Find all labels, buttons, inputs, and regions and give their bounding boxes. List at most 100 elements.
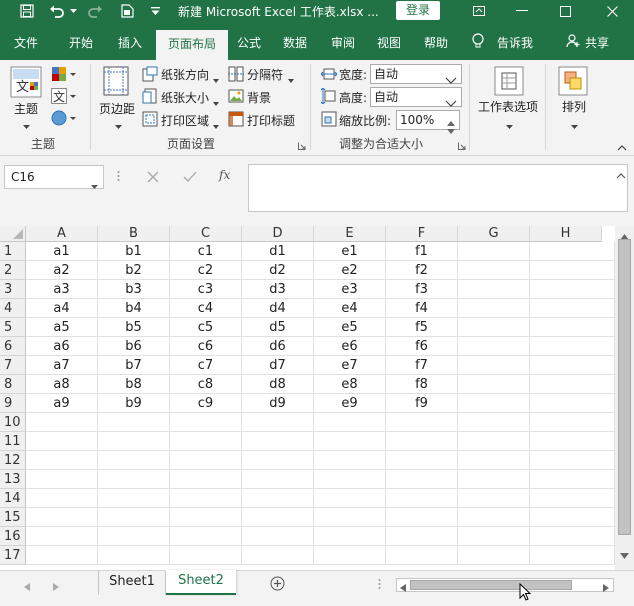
column-header-f[interactable]: F <box>386 226 458 242</box>
theme-fonts-icon[interactable]: 文 <box>51 88 77 107</box>
tab-review[interactable]: 审阅 <box>331 34 355 51</box>
cell-b17[interactable] <box>98 546 170 565</box>
cell-e12[interactable] <box>314 451 386 470</box>
cell-a6[interactable]: a6 <box>26 337 98 356</box>
row-header-17[interactable]: 17 <box>0 546 26 565</box>
cell-a13[interactable] <box>26 470 98 489</box>
tab-insert[interactable]: 插入 <box>118 34 142 51</box>
column-header-b[interactable]: B <box>98 226 170 242</box>
column-header-h[interactable]: H <box>530 226 602 242</box>
cell-a7[interactable]: a7 <box>26 356 98 375</box>
cell-a5[interactable]: a5 <box>26 318 98 337</box>
orientation-button[interactable]: 纸张方向 <box>161 66 209 83</box>
tab-file[interactable]: 文件 <box>14 34 38 51</box>
width-select[interactable]: 自动 <box>370 64 462 84</box>
cell-h8[interactable] <box>530 375 615 394</box>
cell-d3[interactable]: d3 <box>242 280 314 299</box>
tab-home[interactable]: 开始 <box>69 34 93 51</box>
column-header-e[interactable]: E <box>314 226 386 242</box>
cell-d9[interactable]: d9 <box>242 394 314 413</box>
cancel-entry-icon[interactable] <box>147 171 159 186</box>
cell-g17[interactable] <box>458 546 530 565</box>
cell-f13[interactable] <box>386 470 458 489</box>
print-titles-button[interactable]: 打印标题 <box>247 112 295 129</box>
insert-function-icon[interactable]: fx <box>219 168 230 182</box>
cell-d13[interactable] <box>242 470 314 489</box>
cell-h4[interactable] <box>530 299 615 318</box>
sheet-tab-sheet2[interactable]: Sheet2 <box>166 570 236 595</box>
cell-b11[interactable] <box>98 432 170 451</box>
cell-a10[interactable] <box>26 413 98 432</box>
cell-a1[interactable]: a1 <box>26 242 98 261</box>
row-header-12[interactable]: 12 <box>0 451 26 470</box>
cell-a14[interactable] <box>26 489 98 508</box>
cell-g5[interactable] <box>458 318 530 337</box>
cell-h12[interactable] <box>530 451 615 470</box>
horizontal-scrollbar[interactable] <box>396 578 614 592</box>
scroll-left-icon[interactable] <box>400 581 406 595</box>
cell-f15[interactable] <box>386 508 458 527</box>
cell-d14[interactable] <box>242 489 314 508</box>
prev-sheet-icon[interactable] <box>24 580 30 594</box>
arrange-icon[interactable] <box>558 66 588 99</box>
cell-g13[interactable] <box>458 470 530 489</box>
cell-h17[interactable] <box>530 546 615 565</box>
height-select[interactable]: 自动 <box>370 87 462 107</box>
row-header-9[interactable]: 9 <box>0 394 26 413</box>
margins-dropdown-icon[interactable] <box>115 118 122 132</box>
cell-c17[interactable] <box>170 546 242 565</box>
tab-formulas[interactable]: 公式 <box>237 34 261 51</box>
cell-d4[interactable]: d4 <box>242 299 314 318</box>
next-sheet-icon[interactable] <box>53 580 59 594</box>
name-box[interactable]: C16 <box>4 165 104 189</box>
cell-b15[interactable] <box>98 508 170 527</box>
cell-c12[interactable] <box>170 451 242 470</box>
cell-g7[interactable] <box>458 356 530 375</box>
cell-h1[interactable] <box>530 242 615 261</box>
confirm-entry-icon[interactable] <box>183 171 197 186</box>
cell-c3[interactable]: c3 <box>170 280 242 299</box>
scroll-right-icon[interactable] <box>603 581 609 595</box>
column-header-c[interactable]: C <box>170 226 242 242</box>
cell-e17[interactable] <box>314 546 386 565</box>
cell-h5[interactable] <box>530 318 615 337</box>
cell-f11[interactable] <box>386 432 458 451</box>
row-header-6[interactable]: 6 <box>0 337 26 356</box>
minimize-icon[interactable] <box>502 0 542 22</box>
cell-f7[interactable]: f7 <box>386 356 458 375</box>
themes-icon[interactable]: 文 <box>10 66 42 98</box>
close-icon[interactable] <box>592 0 632 22</box>
cell-g14[interactable] <box>458 489 530 508</box>
cell-a11[interactable] <box>26 432 98 451</box>
undo-dropdown-icon[interactable] <box>68 2 78 20</box>
cell-h10[interactable] <box>530 413 615 432</box>
column-header-d[interactable]: D <box>242 226 314 242</box>
cell-e13[interactable] <box>314 470 386 489</box>
cell-f2[interactable]: f2 <box>386 261 458 280</box>
spin-down-icon[interactable] <box>447 121 455 139</box>
cell-e3[interactable]: e3 <box>314 280 386 299</box>
background-button[interactable]: 背景 <box>247 89 271 106</box>
tab-page-layout[interactable]: 页面布局 <box>156 30 228 60</box>
row-header-3[interactable]: 3 <box>0 280 26 299</box>
cell-c1[interactable]: c1 <box>170 242 242 261</box>
cell-f3[interactable]: f3 <box>386 280 458 299</box>
cell-c7[interactable]: c7 <box>170 356 242 375</box>
print-area-button[interactable]: 打印区域 <box>161 112 209 129</box>
breaks-button[interactable]: 分隔符 <box>247 66 283 83</box>
orientation-dropdown-icon[interactable] <box>213 72 219 86</box>
cell-c11[interactable] <box>170 432 242 451</box>
cell-b2[interactable]: b2 <box>98 261 170 280</box>
cell-g11[interactable] <box>458 432 530 451</box>
cell-e14[interactable] <box>314 489 386 508</box>
collapse-ribbon-icon[interactable] <box>617 140 627 154</box>
cell-h14[interactable] <box>530 489 615 508</box>
cell-b9[interactable]: b9 <box>98 394 170 413</box>
cell-e15[interactable] <box>314 508 386 527</box>
cell-d2[interactable]: d2 <box>242 261 314 280</box>
sheet-options-button-label[interactable]: 工作表选项 <box>478 98 538 115</box>
cell-b8[interactable]: b8 <box>98 375 170 394</box>
cell-h2[interactable] <box>530 261 615 280</box>
cell-g8[interactable] <box>458 375 530 394</box>
cell-f10[interactable] <box>386 413 458 432</box>
